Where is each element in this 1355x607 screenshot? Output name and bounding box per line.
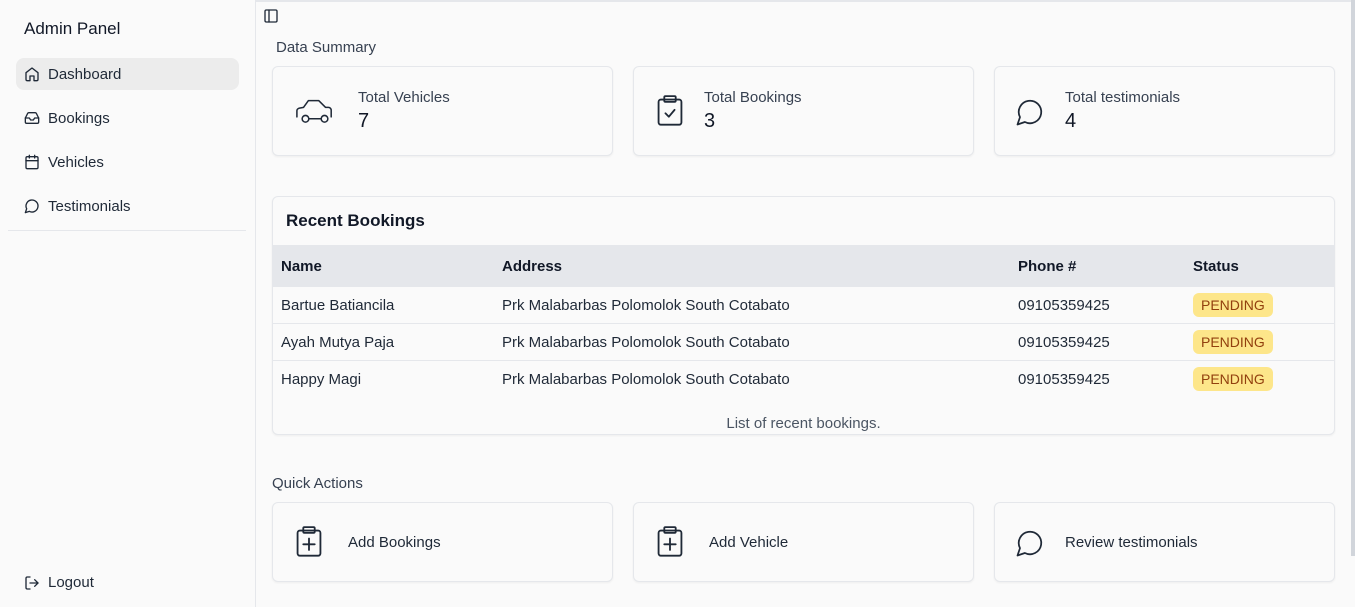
stat-value: 3 xyxy=(704,110,716,132)
car-icon xyxy=(295,93,335,133)
column-header-phone: Phone # xyxy=(1018,258,1077,275)
message-circle-icon xyxy=(1015,97,1055,137)
logout-button[interactable]: Logout xyxy=(24,574,94,591)
add-vehicle-button[interactable]: Add Vehicle xyxy=(633,502,974,582)
add-bookings-button[interactable]: Add Bookings xyxy=(272,502,613,582)
cell-name: Happy Magi xyxy=(281,371,362,388)
status-badge: PENDING xyxy=(1193,367,1273,391)
clipboard-plus-icon xyxy=(295,526,327,558)
sidebar-item-label: Bookings xyxy=(48,109,110,127)
calendar-icon xyxy=(24,154,40,170)
sidebar-item-testimonials[interactable]: Testimonials xyxy=(16,190,239,222)
recent-bookings-card: Recent Bookings Name Address Phone # Sta… xyxy=(272,196,1335,435)
sidebar-nav: Dashboard Bookings Vehicles Testimonials xyxy=(16,58,239,234)
inbox-icon xyxy=(24,110,40,126)
cell-phone: 09105359425 xyxy=(1018,334,1110,351)
recent-bookings-title: Recent Bookings xyxy=(286,211,425,230)
cell-name: Bartue Batiancila xyxy=(281,297,395,314)
logout-label: Logout xyxy=(48,574,94,591)
stat-label: Total testimonials xyxy=(1065,89,1181,106)
sidebar: Admin Panel Dashboard Bookings Vehicles … xyxy=(0,0,256,607)
cell-phone: 09105359425 xyxy=(1018,297,1110,314)
status-badge: PENDING xyxy=(1193,293,1273,317)
table-caption: List of recent bookings. xyxy=(726,415,881,432)
clipboard-plus-icon xyxy=(656,526,688,558)
home-icon xyxy=(24,66,40,82)
quick-action-label: Review testimonials xyxy=(1065,534,1198,551)
status-badge: PENDING xyxy=(1193,330,1273,354)
stat-label: Total Bookings xyxy=(704,89,802,106)
data-summary-title: Data Summary xyxy=(276,39,377,56)
stat-value: 4 xyxy=(1065,110,1077,132)
quick-action-label: Add Vehicle xyxy=(709,534,789,551)
sidebar-item-vehicles[interactable]: Vehicles xyxy=(16,146,239,178)
column-header-name: Name xyxy=(281,258,322,275)
stat-card-testimonials: Total testimonials 4 xyxy=(994,66,1335,156)
cell-address: Prk Malabarbas Polomolok South Cotabato xyxy=(502,334,790,351)
logout-icon xyxy=(24,575,40,591)
table-row[interactable]: Bartue Batiancila Prk Malabarbas Polomol… xyxy=(273,287,1334,324)
review-testimonials-button[interactable]: Review testimonials xyxy=(994,502,1335,582)
sidebar-divider xyxy=(8,230,246,231)
quick-actions-title: Quick Actions xyxy=(272,475,363,492)
scrollbar[interactable] xyxy=(1351,0,1355,556)
column-header-status: Status xyxy=(1193,258,1239,275)
cell-address: Prk Malabarbas Polomolok South Cotabato xyxy=(502,297,790,314)
stat-label: Total Vehicles xyxy=(358,89,450,106)
table-header: Name Address Phone # Status xyxy=(273,245,1334,287)
message-circle-icon xyxy=(24,198,40,214)
sidebar-item-dashboard[interactable]: Dashboard xyxy=(16,58,239,90)
sidebar-item-label: Vehicles xyxy=(48,153,104,171)
sidebar-item-label: Testimonials xyxy=(48,197,131,215)
stat-card-vehicles: Total Vehicles 7 xyxy=(272,66,613,156)
cell-address: Prk Malabarbas Polomolok South Cotabato xyxy=(502,371,790,388)
stat-value: 7 xyxy=(358,110,370,132)
column-header-address: Address xyxy=(502,258,563,275)
clipboard-check-icon xyxy=(656,95,696,135)
cell-name: Ayah Mutya Paja xyxy=(281,334,395,351)
stat-card-bookings: Total Bookings 3 xyxy=(633,66,974,156)
sidebar-toggle-icon[interactable] xyxy=(263,8,279,24)
sidebar-item-label: Dashboard xyxy=(48,65,122,83)
app-title: Admin Panel xyxy=(24,19,121,38)
quick-action-label: Add Bookings xyxy=(348,534,441,551)
sidebar-item-bookings[interactable]: Bookings xyxy=(16,102,239,134)
message-circle-icon xyxy=(1015,528,1047,560)
table-row[interactable]: Happy Magi Prk Malabarbas Polomolok Sout… xyxy=(273,361,1334,398)
table-row[interactable]: Ayah Mutya Paja Prk Malabarbas Polomolok… xyxy=(273,324,1334,361)
cell-phone: 09105359425 xyxy=(1018,371,1110,388)
